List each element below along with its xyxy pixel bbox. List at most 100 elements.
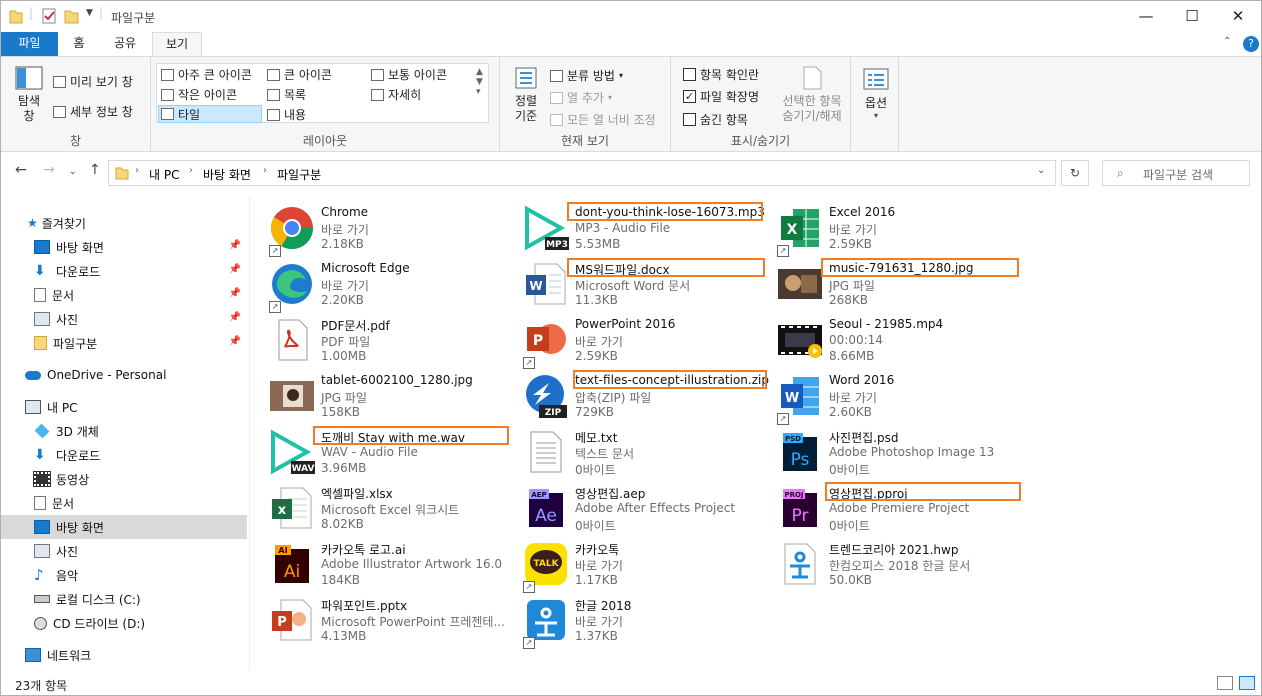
folder-icon bbox=[9, 10, 23, 24]
nav-local-disk[interactable]: 로컬 디스크 (C:) bbox=[1, 587, 247, 611]
folder-icon bbox=[34, 336, 47, 350]
layout-details[interactable]: 자세히 bbox=[371, 86, 421, 103]
file-item[interactable]: X ↗ Excel 2016 바로 가기 2.59KB bbox=[777, 203, 1027, 257]
nav-network[interactable]: 네트워크 bbox=[1, 643, 247, 667]
properties-icon[interactable] bbox=[41, 8, 57, 24]
nav-desktop[interactable]: 바탕 화면 bbox=[1, 515, 247, 539]
nav-videos[interactable]: 동영상 bbox=[1, 467, 247, 491]
back-arrow-icon[interactable]: ← bbox=[15, 162, 27, 178]
file-item[interactable]: tablet-6002100_1280.jpg JPG 파일 158KB bbox=[269, 371, 519, 425]
item-checkboxes-toggle[interactable]: 항목 확인란 bbox=[683, 66, 759, 83]
add-columns-button[interactable]: 열 추가 ▾ bbox=[550, 89, 612, 106]
details-view-icon[interactable] bbox=[1217, 676, 1233, 690]
nav-3d-objects[interactable]: 3D 개체 bbox=[1, 419, 247, 443]
tab-share[interactable]: 공유 bbox=[105, 32, 145, 56]
layout-small-icons[interactable]: 작은 아이콘 bbox=[161, 86, 237, 103]
minimize-button[interactable]: — bbox=[1123, 1, 1169, 32]
ae-icon: AEP Ae bbox=[529, 489, 563, 527]
nav-pictures[interactable]: 사진 bbox=[1, 539, 247, 563]
nav-quick-pictures[interactable]: 사진 📌 bbox=[1, 307, 247, 331]
nav-pane-button[interactable]: 탐색 창 bbox=[11, 65, 47, 124]
file-item[interactable]: AEP Ae 영상편집.aep Adobe After Effects Projec… bbox=[523, 483, 773, 537]
group-by-icon bbox=[550, 69, 563, 82]
nav-cd-drive[interactable]: CD 드라이브 (D:) bbox=[1, 611, 247, 635]
maximize-button[interactable]: ☐ bbox=[1169, 1, 1215, 32]
tab-home[interactable]: 홈 bbox=[63, 32, 95, 56]
file-item[interactable]: W ↗ Word 2016 바로 가기 2.60KB bbox=[777, 371, 1027, 425]
large-icons-view-icon[interactable] bbox=[1239, 676, 1255, 690]
nav-documents[interactable]: 문서 bbox=[1, 491, 247, 515]
excel-doc-icon: x bbox=[272, 487, 312, 529]
nav-quick-desktop[interactable]: 바탕 화면 📌 bbox=[1, 235, 247, 259]
layout-list[interactable]: 목록 bbox=[267, 86, 306, 103]
file-item[interactable]: ↗ 한글 2018 바로 가기 1.37KB bbox=[523, 595, 773, 649]
nav-quick-access[interactable]: ★ 즐겨찾기 bbox=[1, 211, 247, 235]
pdf-icon bbox=[278, 319, 308, 361]
file-item[interactable]: Seoul - 21985.mp4 00:00:14 8.66MB bbox=[777, 315, 1027, 369]
preview-pane-button[interactable]: 미리 보기 창 bbox=[53, 73, 133, 90]
breadcrumb-desktop[interactable]: 바탕 화면 bbox=[203, 166, 251, 183]
hide-selected-button[interactable]: 선택한 항목 숨기기/해제 bbox=[775, 65, 849, 124]
svg-text:WAV: WAV bbox=[292, 464, 315, 474]
hidden-items-toggle[interactable]: 숨긴 항목 bbox=[683, 111, 748, 128]
size-columns-button[interactable]: 모든 열 너비 조정 bbox=[550, 111, 656, 128]
group-by-button[interactable]: 분류 방법 ▾ bbox=[550, 67, 623, 84]
recent-dropdown-icon[interactable]: ⌄ bbox=[69, 167, 77, 177]
address-bar[interactable]: › 내 PC › 바탕 화면 › 파일구분 ⌄ bbox=[108, 160, 1056, 186]
collapse-ribbon-icon[interactable]: ⌃ bbox=[1223, 36, 1231, 47]
layout-content[interactable]: 내용 bbox=[267, 106, 306, 123]
details-pane-button[interactable]: 세부 정보 창 bbox=[53, 103, 133, 120]
file-item[interactable]: 메모.txt 텍스트 문서 0바이트 bbox=[523, 427, 773, 481]
nav-downloads[interactable]: ⬇ 다운로드 bbox=[1, 443, 247, 467]
file-item[interactable]: 트렌드코리아 2021.hwp 한컴오피스 2018 한글 문서 50.0KB bbox=[777, 539, 1027, 593]
file-extensions-toggle[interactable]: ✓ 파일 확장명 bbox=[683, 88, 759, 105]
highlight-box bbox=[313, 426, 509, 445]
gallery-scroll-icon[interactable]: ▲ ▼ ▾ bbox=[476, 67, 483, 97]
svg-text:PROJ: PROJ bbox=[784, 491, 803, 499]
file-item[interactable]: ↗ Chrome 바로 가기 2.18KB bbox=[269, 203, 519, 257]
video-icon bbox=[778, 325, 822, 358]
sort-by-button[interactable]: 정렬 기준 bbox=[506, 65, 546, 124]
layout-extra-large-icons[interactable]: 아주 큰 아이콘 bbox=[161, 66, 252, 83]
svg-text:Ae: Ae bbox=[535, 506, 557, 526]
breadcrumb-current[interactable]: 파일구분 bbox=[277, 166, 321, 183]
checked-checkbox-icon: ✓ bbox=[683, 90, 696, 103]
tab-view[interactable]: 보기 bbox=[152, 32, 202, 57]
highlight-box bbox=[567, 258, 765, 277]
quick-access-dropdown-icon[interactable]: ▼ bbox=[86, 8, 93, 24]
help-icon[interactable]: ? bbox=[1243, 36, 1259, 52]
options-button[interactable]: 옵션 ▾ bbox=[859, 67, 893, 120]
ribbon-tabs: 파일 홈 공유 보기 ⌃ ? bbox=[1, 32, 1261, 57]
layout-tiles[interactable]: 타일 bbox=[158, 105, 262, 123]
close-button[interactable]: ✕ bbox=[1215, 1, 1261, 32]
layout-large-icons[interactable]: 큰 아이콘 bbox=[267, 66, 332, 83]
file-item[interactable]: P 파워포인트.pptx Microsoft PowerPoint 프레젠테...… bbox=[269, 595, 519, 649]
up-arrow-icon[interactable]: ↑ bbox=[89, 162, 101, 178]
layout-group: 아주 큰 아이콘 큰 아이콘 보통 아이콘 작은 아이콘 목록 자세히 타일 내… bbox=[151, 57, 500, 151]
new-folder-icon[interactable] bbox=[64, 8, 80, 24]
nav-onedrive[interactable]: OneDrive - Personal bbox=[1, 363, 247, 387]
tab-file[interactable]: 파일 bbox=[1, 32, 58, 56]
layout-medium-icons[interactable]: 보통 아이콘 bbox=[371, 66, 447, 83]
file-item[interactable]: TALK ↗ 카카오톡 바로 가기 1.17KB bbox=[523, 539, 773, 593]
document-icon bbox=[34, 496, 46, 510]
pin-icon: 📌 bbox=[228, 312, 241, 323]
nav-music[interactable]: ♪ 음악 bbox=[1, 563, 247, 587]
layout-gallery: 아주 큰 아이콘 큰 아이콘 보통 아이콘 작은 아이콘 목록 자세히 타일 내… bbox=[156, 63, 489, 123]
nav-this-pc[interactable]: 내 PC bbox=[1, 395, 247, 419]
nav-quick-folder[interactable]: 파일구분 📌 bbox=[1, 331, 247, 355]
file-item[interactable]: PSD Ps 사진편집.psd Adobe Photoshop Image 13 0바… bbox=[777, 427, 1027, 481]
nav-quick-downloads[interactable]: ⬇ 다운로드 📌 bbox=[1, 259, 247, 283]
nav-quick-documents[interactable]: 문서 📌 bbox=[1, 283, 247, 307]
forward-arrow-icon[interactable]: → bbox=[43, 162, 55, 178]
refresh-icon[interactable]: ↻ bbox=[1061, 160, 1089, 186]
file-item[interactable]: AI Ai 카카오톡 로고.ai Adobe Illustrator Artwork… bbox=[269, 539, 519, 593]
search-box[interactable]: ⌕ 파일구분 검색 bbox=[1102, 160, 1250, 186]
breadcrumb-my-pc[interactable]: 내 PC bbox=[149, 166, 179, 183]
file-item[interactable]: P ↗ PowerPoint 2016 바로 가기 2.59KB bbox=[523, 315, 773, 369]
music-note-icon: ♪ bbox=[34, 566, 44, 584]
file-item[interactable]: PDF문서.pdf PDF 파일 1.00MB bbox=[269, 315, 519, 369]
file-item[interactable]: ↗ Microsoft Edge 바로 가기 2.20KB bbox=[269, 259, 519, 313]
address-dropdown-icon[interactable]: ⌄ bbox=[1037, 165, 1045, 176]
file-item[interactable]: x 엑셀파일.xlsx Microsoft Excel 워크시트 8.02KB bbox=[269, 483, 519, 537]
